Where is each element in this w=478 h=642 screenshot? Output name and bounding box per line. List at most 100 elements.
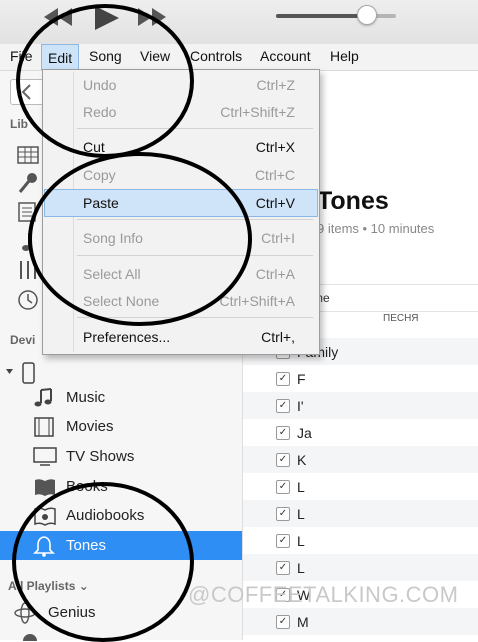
recent-clock-icon[interactable] <box>17 289 39 311</box>
player-toolbar <box>0 0 478 45</box>
row-name: Ja <box>297 425 312 441</box>
menu-item-label: Preferences... <box>83 329 171 345</box>
play-icon[interactable] <box>90 4 122 32</box>
menu-edit[interactable]: Edit <box>41 44 80 70</box>
row-artist-fragment: ПЕСНЯ <box>383 313 419 324</box>
tv-icon <box>33 447 57 466</box>
row-name: K <box>297 452 307 468</box>
menu-item-shortcut: Ctrl+, <box>261 329 295 345</box>
menu-item-preferences[interactable]: Preferences... Ctrl+, <box>45 324 317 350</box>
row-name: I' <box>297 398 304 414</box>
menubar: File Edit Song View Controls Account Hel… <box>0 44 478 71</box>
menu-item-label: Copy <box>83 167 116 183</box>
volume-slider[interactable] <box>276 14 396 18</box>
menu-item-shortcut: Ctrl+Shift+Z <box>220 104 295 120</box>
library-heading: Lib <box>10 117 28 131</box>
menu-separator <box>77 128 313 129</box>
row-checkbox[interactable]: ✓ <box>276 480 290 494</box>
table-row[interactable]: ✓ L <box>243 527 478 554</box>
sidebar-item-label: Movies <box>66 418 114 435</box>
menu-item-select-all[interactable]: Select All Ctrl+A <box>45 261 317 287</box>
chevron-left-icon <box>21 84 31 100</box>
row-checkbox[interactable]: ✓ <box>276 615 290 629</box>
row-checkbox[interactable]: ✓ <box>276 426 290 440</box>
menu-file[interactable]: File <box>10 48 33 64</box>
row-checkbox[interactable]: ✓ <box>276 507 290 521</box>
sidebar-item-movies[interactable]: Movies <box>0 412 242 441</box>
menu-item-label: Song Info <box>83 230 143 246</box>
music-video-icon[interactable] <box>17 201 39 223</box>
row-checkbox[interactable]: ✓ <box>276 561 290 575</box>
audiobook-icon <box>34 507 56 526</box>
table-row[interactable]: ✓ F <box>243 365 478 392</box>
menu-help[interactable]: Help <box>330 48 359 64</box>
menu-controls[interactable]: Controls <box>190 48 242 64</box>
row-checkbox[interactable]: ✓ <box>276 372 290 386</box>
devices-heading: Devi <box>10 333 36 347</box>
table-row[interactable]: ✓ L <box>243 473 478 500</box>
sidebar-item-label: Music <box>66 389 106 406</box>
menu-song[interactable]: Song <box>89 48 122 64</box>
grid-icon[interactable] <box>17 145 39 165</box>
menu-item-undo[interactable]: Undo Ctrl+Z <box>45 72 317 98</box>
menu-item-label: Select All <box>83 266 141 282</box>
row-name: L <box>297 533 305 549</box>
microphone-icon[interactable] <box>17 172 39 194</box>
sidebar-item-genius[interactable]: Genius <box>48 604 96 621</box>
row-name: M <box>297 614 309 630</box>
row-name: L <box>297 479 305 495</box>
table-row[interactable]: ✓ L <box>243 554 478 581</box>
row-name: L <box>297 506 305 522</box>
table-row[interactable]: ✓ Ja <box>243 419 478 446</box>
row-checkbox[interactable]: ✓ <box>276 399 290 413</box>
sidebar-item-audiobooks[interactable]: Audiobooks <box>0 501 242 530</box>
sidebar-item-label: Audiobooks <box>66 507 145 524</box>
menu-item-label: Redo <box>83 104 117 120</box>
fast-forward-icon[interactable] <box>136 4 168 30</box>
table-row[interactable]: ✓ K <box>243 446 478 473</box>
table-row[interactable]: ✓ M <box>243 608 478 635</box>
watermark: @COFFEETALKING.COM <box>188 582 459 607</box>
menu-item-label: Paste <box>83 195 119 211</box>
back-button[interactable] <box>10 79 44 105</box>
volume-knob[interactable] <box>357 5 377 25</box>
bell-icon <box>33 536 55 557</box>
iphone-device-icon[interactable] <box>4 361 44 385</box>
page-subtitle: 9 items • 10 minutes <box>317 221 435 236</box>
menu-item-shortcut: Ctrl+V <box>255 195 295 211</box>
equalizer-icon[interactable] <box>17 259 39 281</box>
menu-item-shortcut: Ctrl+C <box>254 167 295 183</box>
sidebar-item-tv-shows[interactable]: TV Shows <box>0 442 242 471</box>
genius-atom-icon <box>14 602 36 624</box>
menu-item-cut[interactable]: Cut Ctrl+X <box>45 134 317 160</box>
playlist-gear-icon <box>23 634 37 641</box>
menu-item-redo[interactable]: Redo Ctrl+Shift+Z <box>45 99 317 125</box>
rewind-icon[interactable] <box>42 4 74 30</box>
sidebar-item-music[interactable]: Music <box>0 383 242 412</box>
film-icon <box>34 417 54 437</box>
row-checkbox[interactable]: ✓ <box>276 453 290 467</box>
menu-item-song-info[interactable]: Song Info Ctrl+I <box>45 225 317 251</box>
menu-item-copy[interactable]: Copy Ctrl+C <box>45 162 317 188</box>
menu-item-select-none[interactable]: Select None Ctrl+Shift+A <box>45 288 317 314</box>
menu-account[interactable]: Account <box>260 48 311 64</box>
row-name: L <box>297 560 305 576</box>
menu-separator <box>77 255 313 256</box>
menu-item-label: Select None <box>83 293 160 309</box>
menu-view[interactable]: View <box>140 48 170 64</box>
note-icon[interactable] <box>17 231 39 253</box>
sidebar-item-books[interactable]: Books <box>0 472 242 501</box>
menu-item-label: Undo <box>83 77 117 93</box>
book-icon <box>35 479 55 496</box>
table-row[interactable]: ✓ I' <box>243 392 478 419</box>
menu-item-shortcut: Ctrl+A <box>255 266 295 282</box>
row-name: F <box>297 371 306 387</box>
menu-item-label: Cut <box>83 139 105 155</box>
sidebar-item-tones[interactable]: Tones <box>0 531 242 560</box>
menu-item-paste[interactable]: Paste Ctrl+V <box>44 189 318 217</box>
sidebar-item-label: Books <box>66 478 108 495</box>
all-playlists-heading[interactable]: All Playlists ⌄ <box>8 579 89 593</box>
row-checkbox[interactable]: ✓ <box>276 534 290 548</box>
page-title: Tones <box>317 187 389 215</box>
table-row[interactable]: ✓ L <box>243 500 478 527</box>
